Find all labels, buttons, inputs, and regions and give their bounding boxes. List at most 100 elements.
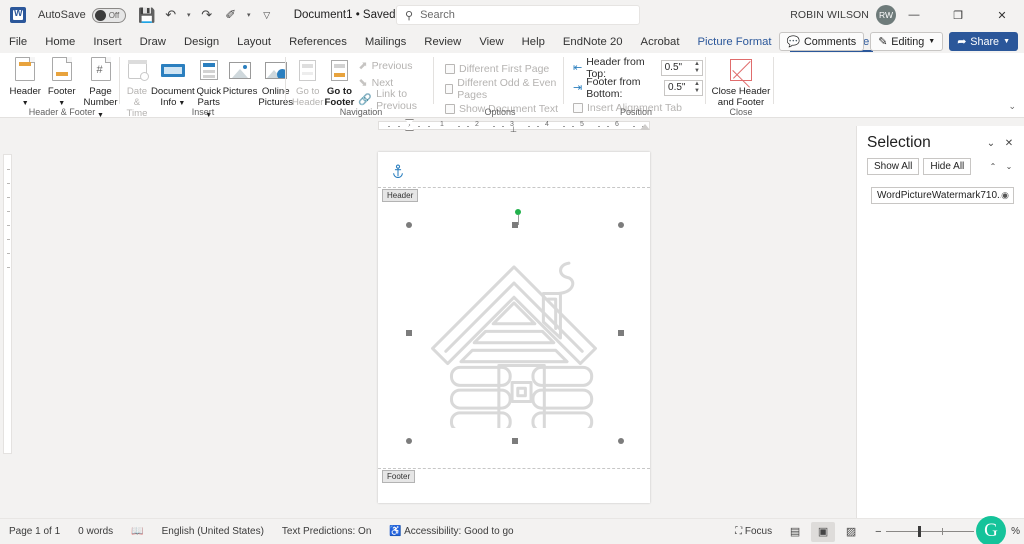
redo-button[interactable]: ↷: [196, 4, 218, 26]
tab-home[interactable]: Home: [36, 31, 84, 53]
zoom-track[interactable]: [886, 531, 974, 532]
grammarly-icon[interactable]: G: [976, 516, 1006, 544]
autosave-toggle[interactable]: Off: [92, 8, 126, 23]
close-icon[interactable]: ✕: [1000, 134, 1018, 152]
account-info[interactable]: ROBIN WILSON RW: [790, 5, 896, 25]
word-count[interactable]: 0 words: [69, 526, 122, 537]
hide-all-button[interactable]: Hide All: [923, 158, 971, 175]
collapse-ribbon-button[interactable]: ⌄: [1008, 101, 1016, 112]
tab-insert[interactable]: Insert: [84, 31, 130, 53]
ruler-tick-6: 6: [615, 121, 619, 128]
format-painter-button[interactable]: ✐: [220, 4, 242, 26]
go-to-footer-button[interactable]: Go to Footer: [323, 53, 355, 108]
list-item[interactable]: WordPictureWatermark710... ◉: [871, 187, 1014, 204]
tab-layout[interactable]: Layout: [228, 31, 280, 53]
resize-handle-top-right[interactable]: [618, 222, 624, 228]
tab-design[interactable]: Design: [175, 31, 228, 53]
resize-handle-top-center[interactable]: [512, 222, 518, 228]
right-indent-marker[interactable]: [640, 124, 650, 130]
search-icon: ⚲: [405, 9, 413, 22]
vertical-ruler[interactable]: [3, 154, 12, 454]
chevron-down-icon: ▼: [22, 100, 29, 107]
tab-review[interactable]: Review: [415, 31, 470, 53]
different-first-page-checkbox[interactable]: Different First Page: [442, 60, 564, 77]
footer-tag[interactable]: Footer: [382, 470, 415, 483]
resize-handle-top-left[interactable]: [406, 222, 412, 228]
spinner-arrows[interactable]: ▲▼: [694, 61, 700, 75]
language-indicator[interactable]: English (United States): [153, 526, 273, 537]
chevron-down-icon: ▼: [928, 38, 935, 45]
tab-mailings[interactable]: Mailings: [356, 31, 415, 53]
resize-handle-bottom-right[interactable]: [618, 438, 624, 444]
checkbox-icon: [445, 64, 455, 74]
chevron-down-icon[interactable]: ⌄: [982, 134, 1000, 152]
restore-button[interactable]: ❐: [936, 0, 980, 30]
search-input[interactable]: ⚲ Search: [396, 5, 640, 25]
header-tag[interactable]: Header: [382, 189, 418, 202]
format-painter-dropdown-icon[interactable]: ▾: [244, 11, 254, 19]
resize-handle-middle-left[interactable]: [406, 330, 412, 336]
go-to-header-button[interactable]: Go to Header: [292, 53, 323, 108]
header-from-top-input[interactable]: 0.5" ▲▼: [661, 60, 703, 76]
ribbon-group-close: Close Header and Footer Close: [708, 53, 774, 118]
ribbon-group-position: ⇤ Header from Top: 0.5" ▲▼ ⇥ Footer from…: [566, 53, 706, 118]
minimize-button[interactable]: —: [892, 0, 936, 30]
go-to-footer-icon: [326, 57, 352, 83]
share-button[interactable]: ➦ Share ▼: [949, 32, 1018, 51]
header-from-top-field[interactable]: ⇤ Header from Top: 0.5" ▲▼: [570, 59, 706, 76]
text-predictions-indicator[interactable]: Text Predictions: On: [273, 526, 380, 537]
tab-picture-format[interactable]: Picture Format: [688, 31, 780, 53]
read-mode-view-button[interactable]: ▤: [783, 522, 807, 542]
tab-references[interactable]: References: [280, 31, 356, 53]
customize-quick-access-toolbar-button[interactable]: ▽: [256, 4, 278, 26]
document-page[interactable]: Header Footer: [378, 152, 650, 503]
tab-file[interactable]: File: [0, 31, 36, 53]
accessibility-indicator[interactable]: ♿ Accessibility: Good to go: [380, 526, 522, 537]
tab-help[interactable]: Help: [513, 31, 554, 53]
resize-handle-bottom-left[interactable]: [406, 438, 412, 444]
selection-pane-header: Selection ⌄ ✕: [857, 126, 1024, 156]
zoom-slider[interactable]: − +: [871, 526, 988, 538]
share-label: Share: [970, 36, 999, 48]
tab-view[interactable]: View: [470, 31, 512, 53]
comments-button[interactable]: 💬 Comments: [779, 32, 865, 51]
close-header-and-footer-button[interactable]: Close Header and Footer: [710, 53, 772, 108]
show-all-button[interactable]: Show All: [867, 158, 919, 175]
move-up-icon[interactable]: ⌃: [986, 160, 1000, 174]
tab-endnote[interactable]: EndNote 20: [554, 31, 632, 53]
zoom-thumb[interactable]: [918, 526, 921, 537]
editing-mode-button[interactable]: ✎ Editing ▼: [870, 32, 943, 51]
web-layout-view-button[interactable]: ▨: [839, 522, 863, 542]
chevron-down-icon: ▼: [58, 100, 65, 107]
resize-handle-middle-right[interactable]: [618, 330, 624, 336]
undo-dropdown-icon[interactable]: ▾: [184, 11, 194, 19]
undo-button[interactable]: ↶: [160, 4, 182, 26]
link-to-previous-button[interactable]: 🔗 Link to Previous: [355, 91, 434, 108]
footer-from-bottom-input[interactable]: 0.5" ▲▼: [664, 80, 703, 96]
previous-button[interactable]: ⬈ Previous: [355, 57, 434, 74]
tab-draw[interactable]: Draw: [131, 31, 175, 53]
tab-acrobat[interactable]: Acrobat: [632, 31, 689, 53]
header-button-label: Header: [10, 86, 41, 97]
different-odd-even-pages-checkbox[interactable]: Different Odd & Even Pages: [442, 80, 564, 97]
ribbon-group-label: Close: [708, 107, 774, 117]
visibility-eye-icon[interactable]: ◉: [1001, 190, 1009, 201]
different-first-page-label: Different First Page: [459, 63, 549, 75]
ruler-tick-5: 5: [580, 121, 584, 128]
image-selection-box: [409, 225, 621, 441]
ribbon-group-label: Header & Footer: [4, 107, 120, 117]
resize-handle-bottom-center[interactable]: [512, 438, 518, 444]
go-to-header-label: Go to Header: [292, 86, 323, 108]
move-down-icon[interactable]: ⌄: [1002, 160, 1016, 174]
zoom-out-button[interactable]: −: [871, 526, 885, 538]
print-layout-view-button[interactable]: ▣: [811, 522, 835, 542]
save-button[interactable]: 💾: [136, 4, 158, 26]
proofing-errors-icon[interactable]: 📖: [122, 526, 152, 537]
checkbox-icon: [445, 84, 453, 94]
spinner-arrows[interactable]: ▲▼: [694, 81, 700, 95]
quick-parts-icon: [196, 57, 222, 83]
focus-mode-button[interactable]: ⛶ Focus: [726, 526, 781, 537]
page-indicator[interactable]: Page 1 of 1: [0, 526, 69, 537]
close-button[interactable]: ✕: [980, 0, 1024, 30]
footer-from-bottom-field[interactable]: ⇥ Footer from Bottom: 0.5" ▲▼: [570, 79, 706, 96]
